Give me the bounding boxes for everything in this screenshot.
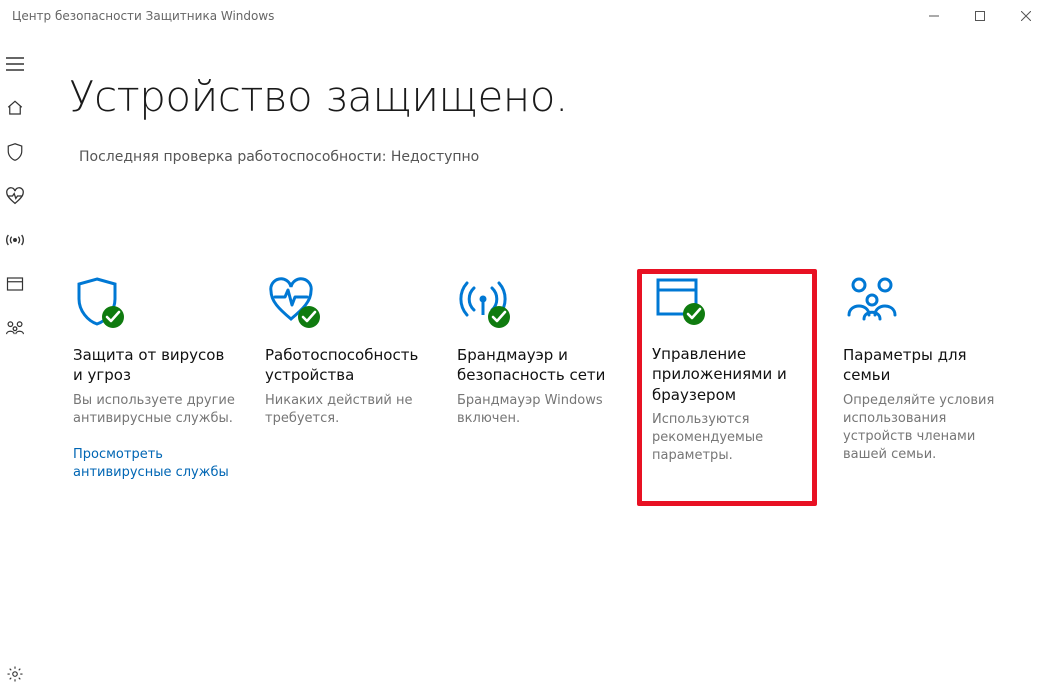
app-window-icon[interactable]	[0, 262, 29, 306]
tile-family-options[interactable]: Параметры для семьи Определяйте условия …	[839, 275, 1009, 480]
page-title: Устройство защищено.	[69, 72, 1009, 121]
hamburger-menu-icon[interactable]	[0, 42, 29, 86]
family-icon[interactable]	[0, 306, 29, 350]
tile-desc: Определяйте условия использования устрой…	[843, 392, 1005, 465]
close-button[interactable]	[1003, 0, 1049, 32]
tile-desc: Вы используете другие антивирусные служб…	[73, 392, 235, 428]
tiles-row: Защита от вирусов и угроз Вы используете…	[69, 275, 1009, 506]
family-icon	[843, 275, 1005, 335]
main-content: Устройство защищено. Последняя проверка …	[29, 32, 1049, 696]
heart-pulse-check-icon	[265, 275, 427, 335]
tile-title: Управление приложениями и браузером	[652, 344, 802, 405]
tile-device-performance[interactable]: Работоспособность устройства Никаких дей…	[261, 275, 431, 444]
window-title: Центр безопасности Защитника Windows	[12, 9, 274, 23]
tile-desc: Используются рекомендуемые параметры.	[652, 411, 802, 466]
tile-desc: Никаких действий не требуется.	[265, 392, 427, 428]
maximize-button[interactable]	[957, 0, 1003, 32]
minimize-button[interactable]	[911, 0, 957, 32]
titlebar: Центр безопасности Защитника Windows	[0, 0, 1049, 32]
window-controls	[911, 0, 1049, 32]
tile-title: Работоспособность устройства	[265, 345, 427, 386]
window-check-icon	[652, 274, 802, 334]
tile-virus-protection[interactable]: Защита от вирусов и угроз Вы используете…	[69, 275, 239, 498]
tile-link[interactable]: Просмотреть антивирусные службы	[73, 446, 235, 482]
heart-pulse-icon[interactable]	[0, 174, 29, 218]
broadcast-check-icon	[457, 275, 619, 335]
tile-app-browser-control[interactable]: Управление приложениями и браузером Испо…	[637, 269, 817, 506]
tile-title: Защита от вирусов и угроз	[73, 345, 235, 386]
tile-firewall-network[interactable]: Брандмауэр и безопасность сети Брандмауэ…	[453, 275, 623, 444]
tile-title: Параметры для семьи	[843, 345, 1005, 386]
broadcast-icon[interactable]	[0, 218, 29, 262]
tile-desc: Брандмауэр Windows включен.	[457, 392, 619, 428]
shield-check-icon	[73, 275, 235, 335]
status-subline: Последняя проверка работоспособности: Не…	[79, 149, 1009, 165]
home-icon[interactable]	[0, 86, 29, 130]
settings-gear-icon[interactable]	[0, 652, 29, 696]
shield-icon[interactable]	[0, 130, 29, 174]
tile-title: Брандмауэр и безопасность сети	[457, 345, 619, 386]
sidebar	[0, 32, 29, 696]
